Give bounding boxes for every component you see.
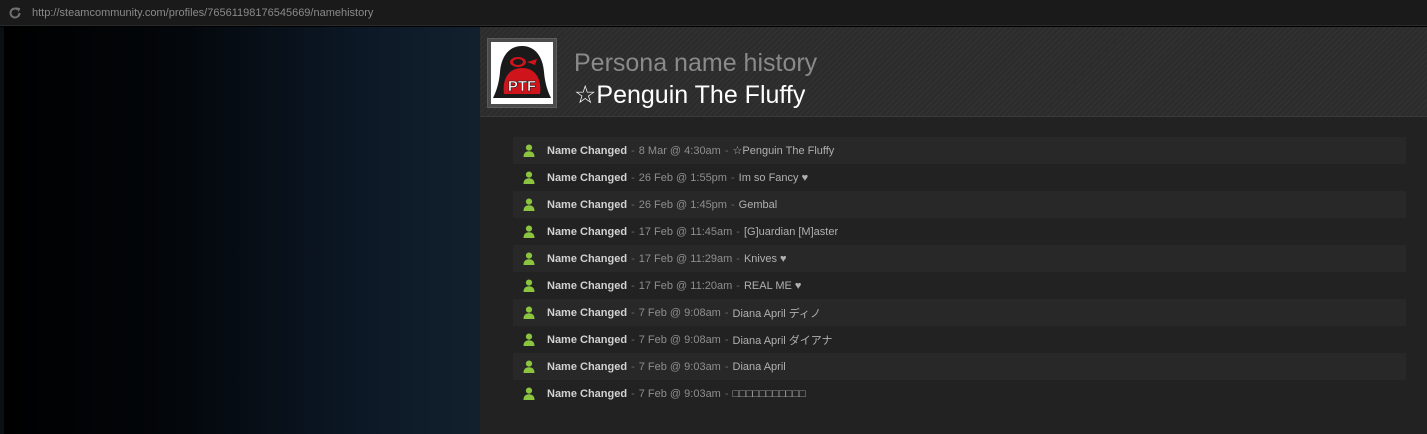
entry-date: 17 Feb @ 11:45am [638,225,733,238]
entry-label: Name Changed [547,252,628,265]
entry-separator: - [736,225,740,238]
entry-name: ☆Penguin The Fluffy [732,145,835,157]
list-item: Name Changed - 7 Feb @ 9:03am - □□□□□□□□… [513,380,1406,407]
entry-date: 17 Feb @ 11:29am [638,252,733,265]
user-icon [523,333,535,346]
entry-label: Name Changed [547,387,628,400]
user-icon [523,225,535,238]
entry-name: Im so Fancy ♥ [738,171,809,184]
user-icon [523,144,535,157]
persona-name[interactable]: ☆Penguin The Fluffy [574,80,805,110]
address-bar[interactable]: http://steamcommunity.com/profiles/76561… [0,0,1427,26]
list-item: Name Changed - 8 Mar @ 4:30am - ☆Penguin… [513,137,1406,164]
list-item: Name Changed - 7 Feb @ 9:08am - Diana Ap… [513,326,1406,353]
entry-separator: - [730,171,735,184]
list-item: Name Changed - 7 Feb @ 9:08am - Diana Ap… [513,299,1406,326]
entry-separator: - [631,360,635,373]
entry-name: Knives ♥ [743,252,787,265]
profile-header: PTF Persona name history ☆Penguin The Fl… [480,27,1427,117]
entry-label: Name Changed [547,198,628,211]
user-icon [523,387,535,400]
entry-label: Name Changed [547,225,628,238]
entry-date: 8 Mar @ 4:30am [638,144,721,157]
avatar[interactable]: PTF [487,38,557,108]
reload-icon[interactable] [6,4,24,22]
entry-separator: - [724,333,729,346]
entry-separator: - [631,225,635,238]
entry-date: 26 Feb @ 1:45pm [638,198,727,211]
entry-name: Diana April ダイアナ [732,334,833,347]
list-item: Name Changed - 17 Feb @ 11:45am - [G]uar… [513,218,1406,245]
entry-separator: - [724,360,729,373]
page-title: Persona name history [574,49,818,77]
user-icon [523,360,535,373]
entry-separator: - [631,198,635,211]
list-item: Name Changed - 17 Feb @ 11:29am - Knives… [513,245,1406,272]
list-item: Name Changed - 26 Feb @ 1:55pm - Im so F… [513,164,1406,191]
entry-separator: - [736,279,740,292]
entry-separator: - [724,306,729,319]
name-history-list: Name Changed - 8 Mar @ 4:30am - ☆Penguin… [513,137,1406,407]
entry-separator: - [631,171,635,184]
entry-date: 26 Feb @ 1:55pm [638,171,727,184]
entry-label: Name Changed [547,144,628,157]
entry-separator: - [631,387,635,400]
entry-name: Diana April ディノ [732,307,822,320]
list-item: Name Changed - 26 Feb @ 1:45pm - Gembal [513,191,1406,218]
list-item: Name Changed - 17 Feb @ 11:20am - REAL M… [513,272,1406,299]
entry-label: Name Changed [547,306,628,319]
entry-separator: - [631,144,635,157]
entry-label: Name Changed [547,360,628,373]
user-icon [523,171,535,184]
entry-label: Name Changed [547,333,628,346]
entry-name: [G]uardian [M]aster [743,225,839,238]
avatar-image: PTF [491,42,553,104]
list-item: Name Changed - 7 Feb @ 9:03am - Diana Ap… [513,353,1406,380]
name-history-panel: PTF Persona name history ☆Penguin The Fl… [480,27,1427,434]
entry-separator: - [736,252,740,265]
entry-separator: - [631,252,635,265]
entry-separator: - [631,306,635,319]
entry-name: □□□□□□□□□□□ [732,387,806,400]
entry-date: 7 Feb @ 9:08am [638,333,721,346]
user-icon [523,279,535,292]
page-background [0,27,480,434]
url-text[interactable]: http://steamcommunity.com/profiles/76561… [32,7,373,19]
entry-name: REAL ME ♥ [743,279,802,292]
entry-label: Name Changed [547,279,628,292]
entry-label: Name Changed [547,171,628,184]
entry-separator: - [724,144,729,157]
entry-separator: - [631,333,635,346]
entry-date: 7 Feb @ 9:03am [638,387,721,400]
entry-separator: - [730,198,735,211]
entry-date: 17 Feb @ 11:20am [638,279,733,292]
user-icon [523,198,535,211]
entry-separator: - [724,387,729,400]
avatar-text: PTF [508,78,536,95]
user-icon [523,252,535,265]
entry-date: 7 Feb @ 9:03am [638,360,721,373]
entry-name: Diana April [732,360,786,373]
entry-name: Gembal [738,198,778,211]
user-icon [523,306,535,319]
entry-separator: - [631,279,635,292]
entry-date: 7 Feb @ 9:08am [638,306,721,319]
